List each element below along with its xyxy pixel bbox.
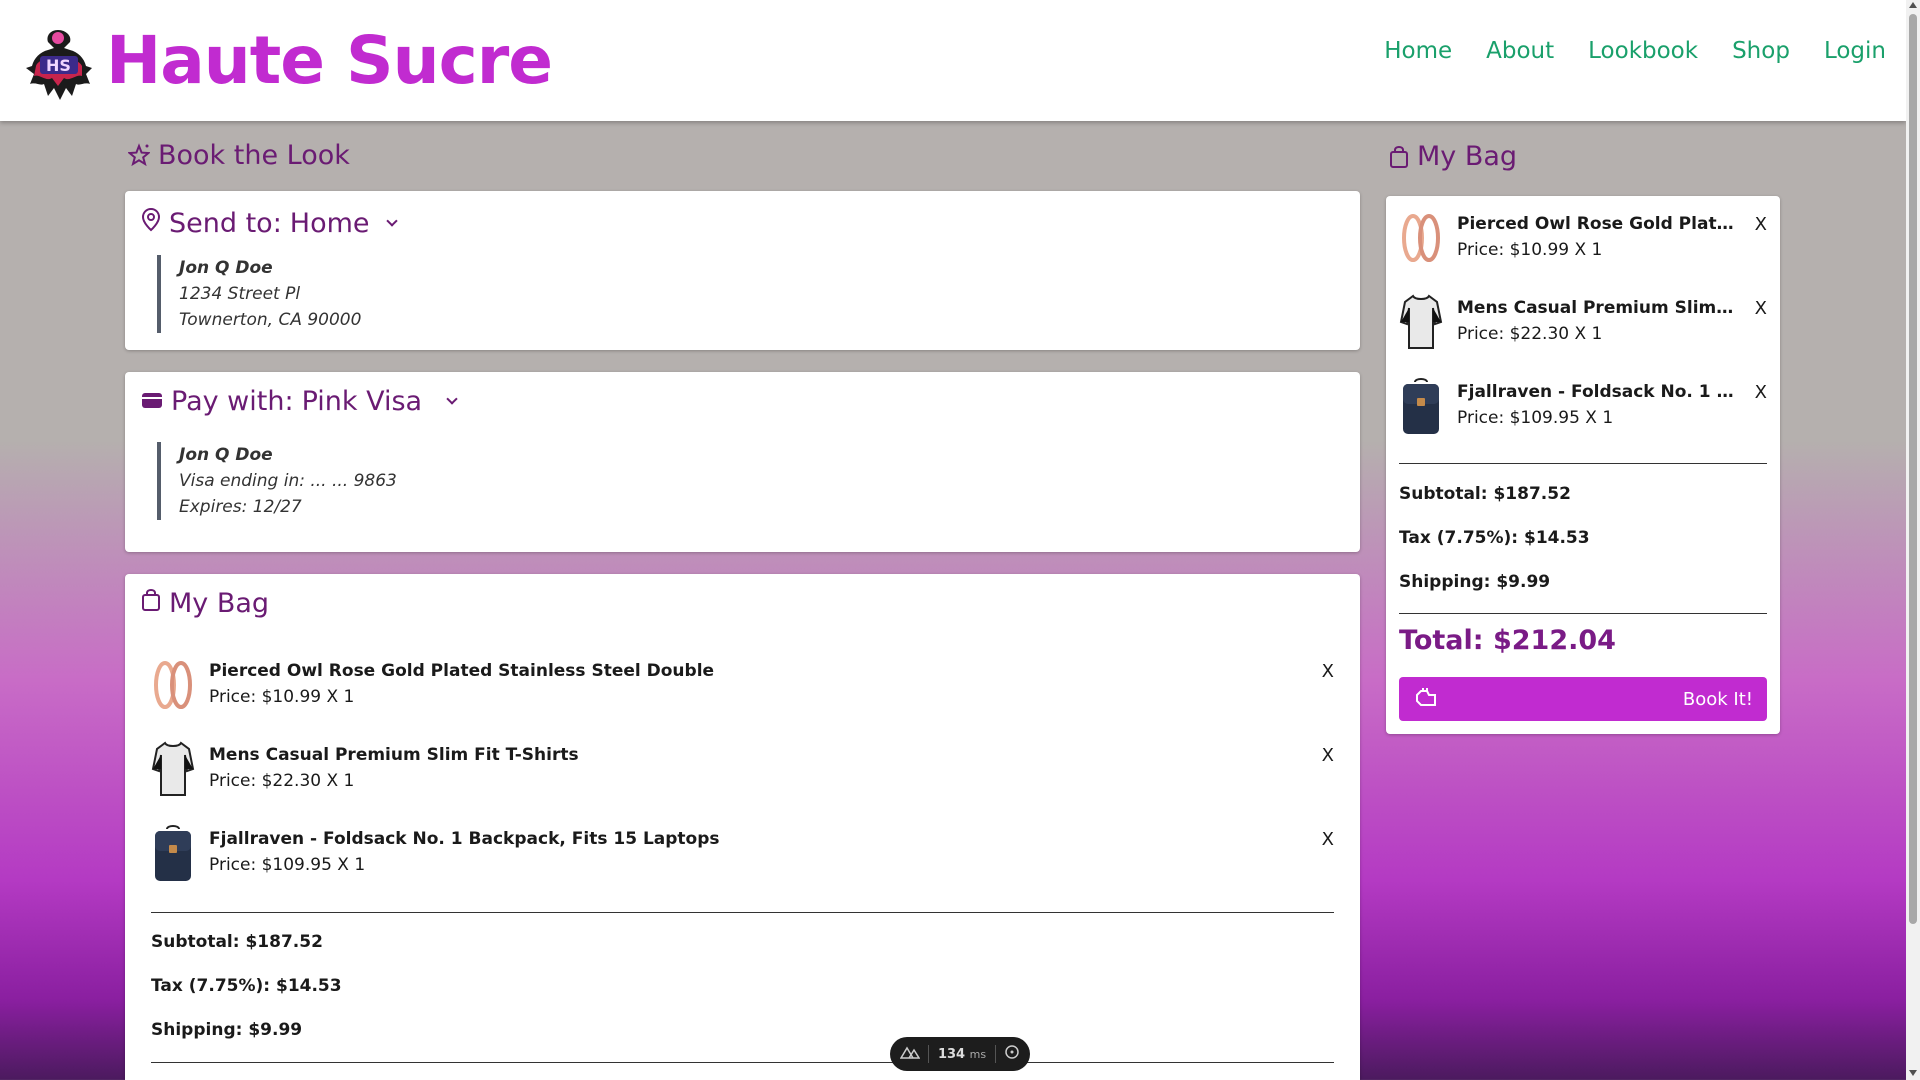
- subtotal: Subtotal: $187.52: [151, 932, 323, 952]
- earrings-thumbnail: [151, 655, 195, 715]
- tshirt-thumbnail: [151, 739, 195, 799]
- divider: [1399, 613, 1767, 614]
- send-to-label: Send to:: [169, 208, 282, 239]
- divider: [1399, 463, 1767, 464]
- separator: [994, 1045, 996, 1063]
- payment-name: Jon Q Doe: [179, 445, 273, 465]
- pay-with-card: Pay with: Pink Visa Jon Q Doe Visa endin…: [125, 372, 1360, 552]
- timing-unit: ms: [969, 1047, 987, 1061]
- address-name: Jon Q Doe: [179, 258, 273, 278]
- brand-name[interactable]: Haute Sucre: [106, 22, 553, 99]
- nav-login[interactable]: Login: [1824, 38, 1886, 64]
- page-scrollbar[interactable]: [1906, 0, 1920, 1080]
- remove-item-button[interactable]: X: [1322, 745, 1334, 766]
- sidebar-tax: Tax (7.75%): $14.53: [1399, 528, 1590, 548]
- bag-item-title[interactable]: Pierced Owl Rose Gold Plated Stainless S…: [209, 661, 714, 681]
- bag-item-title[interactable]: Mens Casual Premium Slim Fit T...: [1457, 298, 1739, 318]
- send-to-selector[interactable]: Send to: Home: [141, 207, 398, 240]
- crosshair-icon[interactable]: [1004, 1044, 1020, 1064]
- scroll-up-arrow-icon[interactable]: [1909, 2, 1917, 8]
- scroll-down-arrow-icon[interactable]: [1909, 1070, 1917, 1076]
- sidebar-bag-card: Pierced Owl Rose Gold Plated S... Price:…: [1386, 196, 1780, 734]
- brand-logo[interactable]: HS: [20, 26, 96, 102]
- bag-item-price: Price: $10.99 X 1: [209, 687, 355, 707]
- wallet-icon: [141, 386, 163, 417]
- nav-about[interactable]: About: [1486, 38, 1554, 64]
- star-icon: [128, 142, 150, 169]
- chevron-down-icon: [385, 214, 398, 227]
- tshirt-thumbnail: [1399, 292, 1443, 352]
- main-bag-heading: My Bag: [141, 588, 269, 619]
- chevron-down-icon: [446, 392, 458, 405]
- book-it-label: Book It!: [1682, 688, 1753, 710]
- bag-item-price: Price: $22.30 X 1: [1457, 324, 1603, 344]
- divider: [151, 1062, 1334, 1063]
- sidebar-bag-item: Mens Casual Premium Slim Fit T... Price:…: [1399, 292, 1767, 352]
- bag-item-price: Price: $109.95 X 1: [209, 855, 366, 875]
- pay-with-label: Pay with:: [171, 386, 294, 417]
- bag-item-title[interactable]: Fjallraven - Foldsack No. 1 Back...: [1457, 382, 1739, 402]
- payment-expiry: Expires: 12/27: [179, 497, 302, 517]
- bag-item-price: Price: $10.99 X 1: [1457, 240, 1603, 260]
- bag-item-title[interactable]: Mens Casual Premium Slim Fit T-Shirts: [209, 745, 579, 765]
- sidebar-bag-item: Fjallraven - Foldsack No. 1 Back... Pric…: [1399, 376, 1767, 436]
- main-bag-card: My Bag Pierced Owl Rose Gold Plated Stai…: [125, 574, 1360, 1080]
- bag-item-title[interactable]: Pierced Owl Rose Gold Plated S...: [1457, 214, 1739, 234]
- shipping: Shipping: $9.99: [151, 1020, 303, 1040]
- backpack-thumbnail: [1399, 376, 1443, 436]
- separator: [928, 1045, 930, 1063]
- nav-home[interactable]: Home: [1384, 38, 1452, 64]
- bag-item: Mens Casual Premium Slim Fit T-Shirts Pr…: [151, 739, 1334, 799]
- remove-item-button[interactable]: X: [1322, 661, 1334, 682]
- shopping-bag-icon: [141, 588, 161, 619]
- address-street: 1234 Street Pl: [179, 284, 301, 304]
- send-to-value: Home: [289, 208, 370, 239]
- bag-item-price: Price: $109.95 X 1: [1457, 408, 1614, 428]
- bag-item-title[interactable]: Fjallraven - Foldsack No. 1 Backpack, Fi…: [209, 829, 720, 849]
- sidebar-bag-heading: My Bag: [1389, 141, 1517, 172]
- timing-value: 134: [937, 1046, 966, 1062]
- payment-details: Jon Q Doe Visa ending in: ... ... 9863 E…: [157, 442, 397, 520]
- payment-card-number: Visa ending in: ... ... 9863: [179, 471, 397, 491]
- earrings-thumbnail: [1399, 208, 1443, 268]
- nav-shop[interactable]: Shop: [1732, 38, 1790, 64]
- book-it-button[interactable]: Book It!: [1399, 677, 1767, 721]
- remove-item-button[interactable]: X: [1755, 214, 1767, 235]
- sidebar-total: Total: $212.04: [1399, 625, 1616, 656]
- pay-with-selector[interactable]: Pay with: Pink Visa: [141, 386, 458, 417]
- address-city: Townerton, CA 90000: [179, 310, 362, 330]
- site-header: HS Haute Sucre Home About Lookbook Shop …: [0, 0, 1906, 121]
- scrollbar-thumb[interactable]: [1909, 14, 1917, 924]
- shopping-bag-icon: [1389, 145, 1409, 169]
- main-nav: Home About Lookbook Shop Login: [1384, 38, 1886, 64]
- divider: [151, 912, 1334, 913]
- nuxt-icon[interactable]: [899, 1045, 921, 1063]
- sidebar-subtotal: Subtotal: $187.52: [1399, 484, 1571, 504]
- backpack-thumbnail: [151, 823, 195, 883]
- book-the-look-heading: Book the Look: [128, 140, 350, 171]
- logo-monogram: HS: [46, 56, 71, 75]
- bag-item-price: Price: $22.30 X 1: [209, 771, 355, 791]
- main-bag-title: My Bag: [169, 588, 270, 619]
- nav-lookbook[interactable]: Lookbook: [1588, 38, 1698, 64]
- sidebar-bag-title: My Bag: [1417, 141, 1518, 172]
- tax: Tax (7.75%): $14.53: [151, 976, 342, 996]
- timing-readout: 134 ms: [938, 1047, 986, 1062]
- sidebar-bag-item: Pierced Owl Rose Gold Plated S... Price:…: [1399, 208, 1767, 268]
- remove-item-button[interactable]: X: [1322, 829, 1334, 850]
- page-title: Book the Look: [158, 140, 350, 171]
- devtools-timing-bar[interactable]: 134 ms: [890, 1037, 1030, 1071]
- bag-item: Pierced Owl Rose Gold Plated Stainless S…: [151, 655, 1334, 715]
- sidebar-shipping: Shipping: $9.99: [1399, 572, 1551, 592]
- send-to-card: Send to: Home Jon Q Doe 1234 Street Pl T…: [125, 191, 1360, 350]
- remove-item-button[interactable]: X: [1755, 298, 1767, 319]
- location-pin-icon: [141, 207, 161, 240]
- pay-with-value: Pink Visa: [301, 386, 423, 417]
- bag-item: Fjallraven - Foldsack No. 1 Backpack, Fi…: [151, 823, 1334, 883]
- remove-item-button[interactable]: X: [1755, 382, 1767, 403]
- shipping-address: Jon Q Doe 1234 Street Pl Townerton, CA 9…: [157, 255, 361, 333]
